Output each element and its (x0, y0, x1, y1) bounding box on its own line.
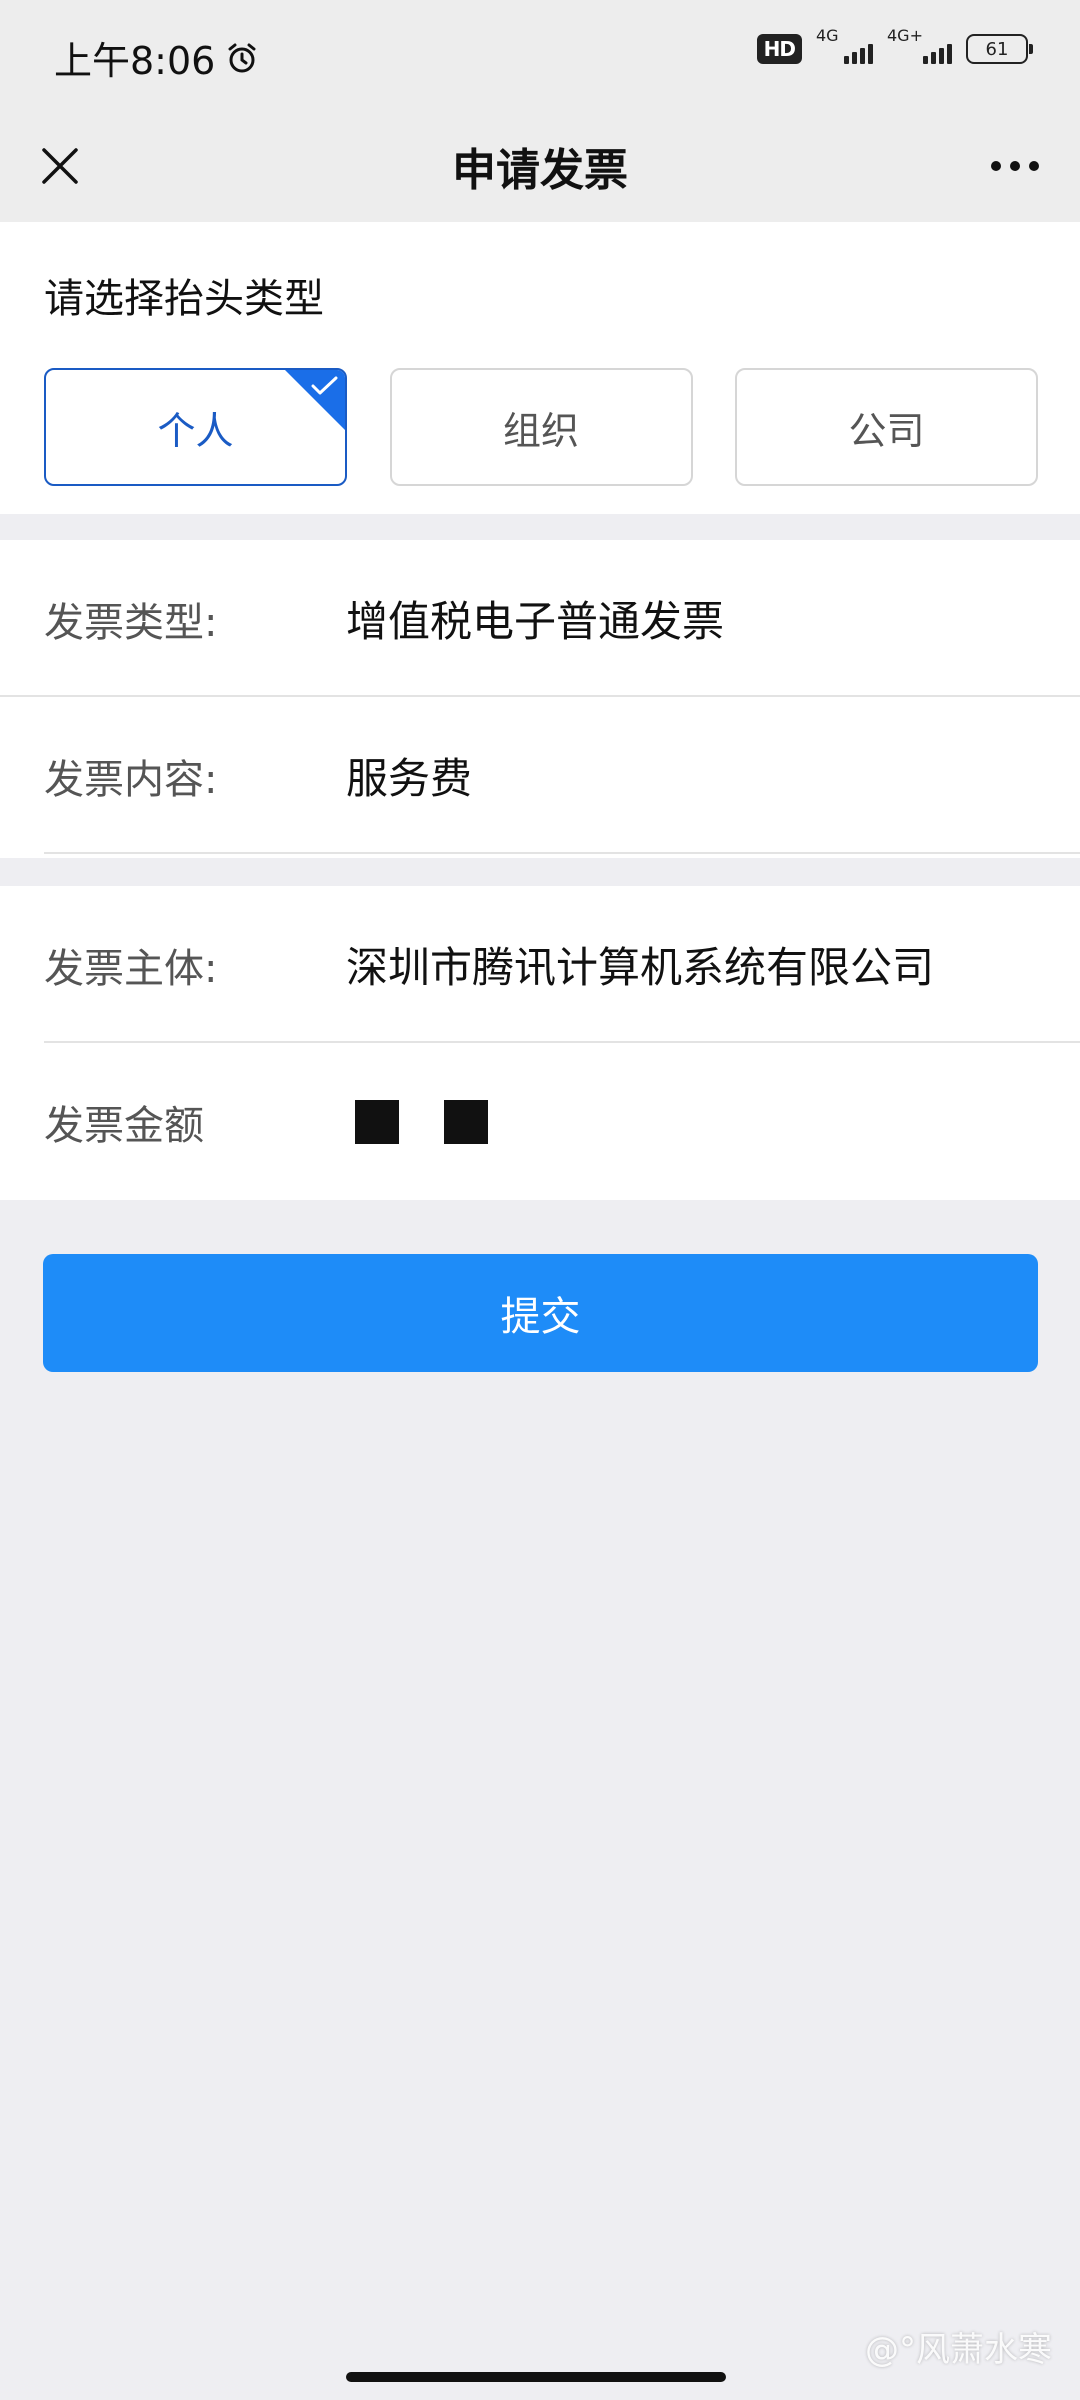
invoice-content-row: 发票内容: 服务费 (0, 697, 1080, 854)
invoice-type-label: 发票类型: (44, 599, 218, 646)
invoice-amount-label: 发票金额 (44, 1102, 204, 1149)
alarm-icon (228, 43, 256, 72)
option-company[interactable]: 公司 (735, 368, 1038, 486)
status-bar: 上午8:06 HD 4G 4G+ 61 (0, 0, 1080, 110)
more-dot-icon (1010, 161, 1020, 171)
invoice-amount-row: 发票金额 (0, 1043, 1080, 1200)
header-type-options: 个人 组织 公司 (44, 368, 1038, 486)
invoice-issuer-row: 发票主体: 深圳市腾讯计算机系统有限公司 (0, 886, 1080, 1043)
more-dot-icon (1029, 161, 1039, 171)
network-type-1: 4G (816, 26, 839, 45)
status-time: 上午8:06 (54, 30, 259, 85)
more-dot-icon (991, 161, 1001, 171)
status-icons: HD 4G 4G+ 61 (756, 26, 1033, 64)
option-organization[interactable]: 组织 (389, 368, 693, 486)
invoice-info-group-1: 发票类型: 增值税电子普通发票 发票内容: 服务费 (0, 540, 1080, 858)
more-button[interactable] (980, 136, 1050, 196)
network-type-2: 4G+ (887, 26, 923, 45)
watermark: @°风萧水寒 (865, 2330, 1052, 2370)
signal-icon-1: 4G (816, 26, 873, 64)
clock-text: 上午8:06 (54, 39, 216, 83)
divider (44, 852, 1080, 854)
option-label: 个人 (157, 408, 234, 453)
option-personal[interactable]: 个人 (44, 368, 347, 486)
page-title: 申请发票 (452, 145, 628, 196)
invoice-content-value: 服务费 (346, 754, 473, 803)
invoice-info-group-2: 发票主体: 深圳市腾讯计算机系统有限公司 发票金额 (0, 886, 1080, 1200)
option-label: 公司 (848, 408, 925, 453)
invoice-issuer-value: 深圳市腾讯计算机系统有限公司 (346, 943, 935, 992)
header-type-heading: 请选择抬头类型 (44, 276, 324, 322)
hd-icon: HD (756, 34, 802, 64)
battery-icon: 61 (966, 34, 1033, 64)
invoice-type-value: 增值税电子普通发票 (346, 597, 725, 646)
nav-bar: 申请发票 (0, 110, 1080, 222)
redacted-block (355, 1099, 399, 1144)
submit-button[interactable]: 提交 (43, 1254, 1038, 1372)
check-icon (311, 376, 338, 395)
header-type-section: 请选择抬头类型 个人 组织 公司 (0, 222, 1080, 514)
invoice-issuer-label: 发票主体: (44, 945, 218, 992)
invoice-type-row: 发票类型: 增值税电子普通发票 (0, 540, 1080, 697)
signal-icon-2: 4G+ (887, 26, 952, 64)
option-label: 组织 (502, 408, 579, 453)
redacted-block (444, 1099, 488, 1144)
battery-level: 61 (985, 38, 1009, 60)
invoice-content-label: 发票内容: (44, 756, 218, 803)
home-indicator[interactable] (346, 2372, 726, 2382)
